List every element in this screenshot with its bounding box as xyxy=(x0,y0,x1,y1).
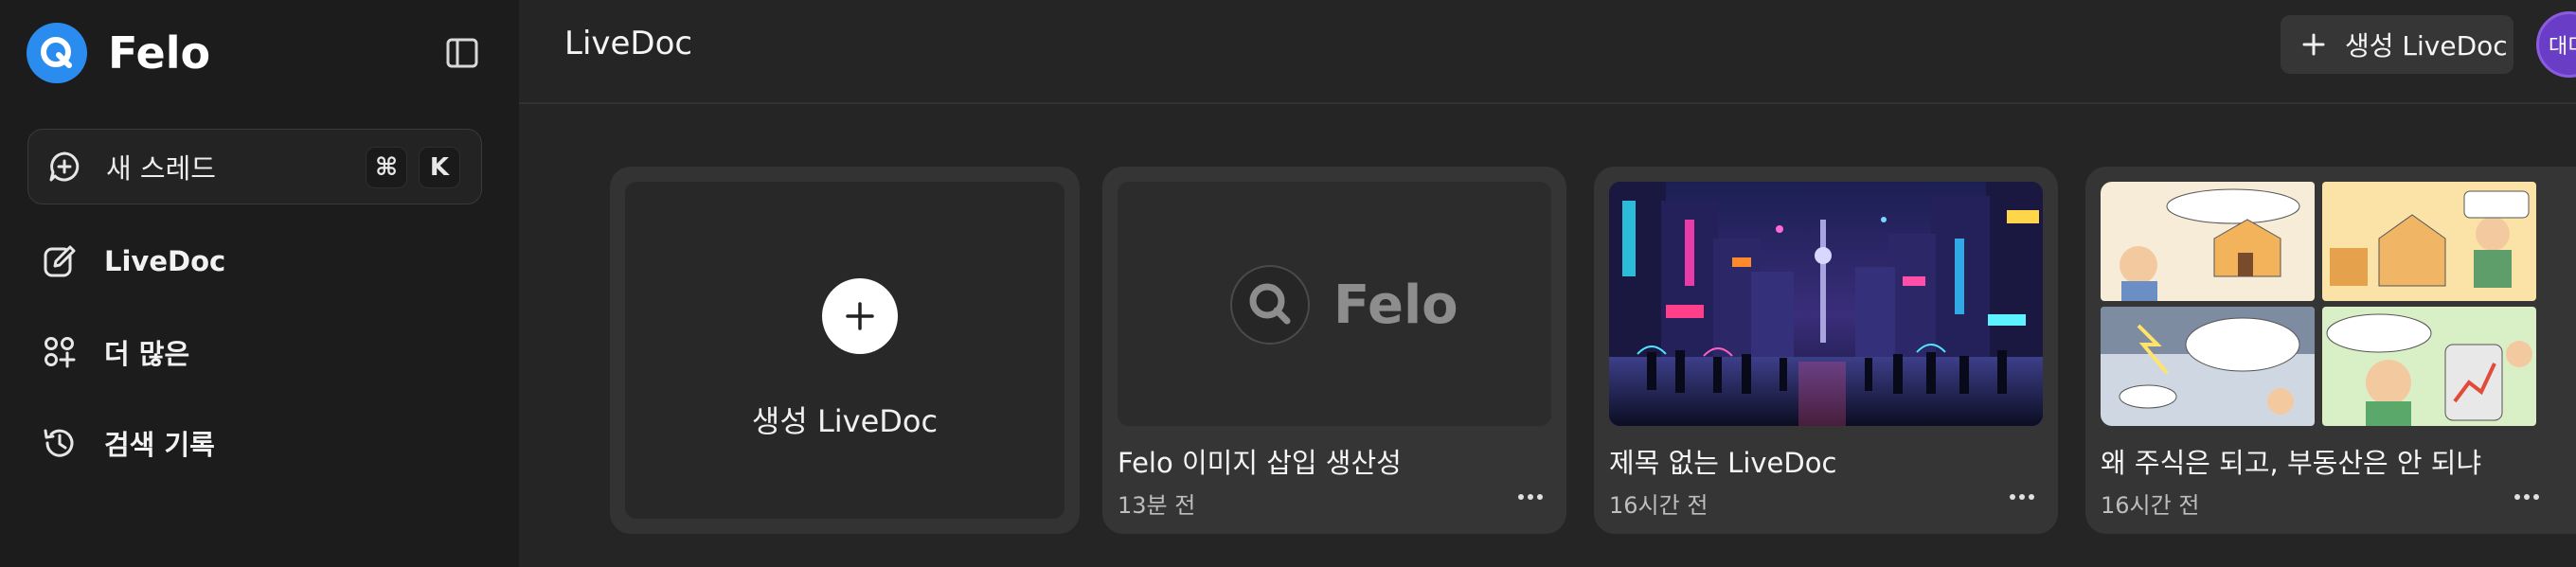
sidebar-item-search-history[interactable]: 검색 기록 xyxy=(38,415,215,471)
history-icon xyxy=(38,421,81,465)
apps-plus-icon xyxy=(38,330,81,374)
sidebar-item-label: 더 많은 xyxy=(104,338,190,370)
felo-thumbnail-text: Felo xyxy=(1333,275,1458,336)
doc-title: Felo 이미지 삽입 생산성 xyxy=(1118,447,1402,479)
doc-card[interactable]: 제목 없는 LiveDoc 16시간 전 xyxy=(1594,167,2058,534)
more-options-button[interactable] xyxy=(2508,483,2546,511)
app-logo[interactable]: Felo xyxy=(27,23,210,83)
new-thread-label: 새 스레드 xyxy=(106,152,216,185)
doc-thumbnail-felo: Felo xyxy=(1118,182,1551,426)
sidebar-panel-icon xyxy=(446,38,478,68)
doc-thumbnail-neon-city xyxy=(1609,182,2043,426)
doc-time: 16시간 전 xyxy=(2101,492,2200,519)
doc-card[interactable]: Felo Felo 이미지 삽입 생산성 13분 전 xyxy=(1102,167,1566,534)
k-key: K xyxy=(419,147,460,188)
new-livedoc-label: 생성 LiveDoc xyxy=(751,403,939,439)
app-name: Felo xyxy=(108,27,211,79)
plus-icon xyxy=(2299,30,2328,59)
doc-card[interactable]: 왜 주식은 되고, 부동산은 안 되냐 16시간 전 xyxy=(2085,167,2576,534)
more-options-button[interactable] xyxy=(1512,483,1549,511)
sidebar-item-more[interactable]: 더 많은 xyxy=(38,324,189,381)
sidebar: Felo 새 스레드 ⌘ K LiveDoc 더 많은 검색 기록 xyxy=(0,0,519,567)
doc-title: 왜 주식은 되고, 부동산은 안 되냐 xyxy=(2101,447,2482,479)
new-livedoc-card-inner: 생성 LiveDoc xyxy=(625,182,1064,519)
command-key: ⌘ xyxy=(366,147,407,188)
doc-thumbnail-comic xyxy=(2101,182,2548,426)
page-title: LiveDoc xyxy=(564,25,693,62)
chat-plus-icon xyxy=(45,148,83,186)
sidebar-item-livedoc[interactable]: LiveDoc xyxy=(38,233,225,290)
top-bar: LiveDoc 생성 LiveDoc 대미 xyxy=(519,0,2576,104)
felo-logo-icon xyxy=(27,23,87,83)
doc-time: 16시간 전 xyxy=(1609,492,1708,519)
create-livedoc-label: 생성 LiveDoc xyxy=(2345,30,2508,62)
new-thread-button[interactable]: 새 스레드 ⌘ K xyxy=(27,129,482,204)
new-livedoc-card[interactable]: 생성 LiveDoc xyxy=(610,167,1080,534)
shortcut-hint: ⌘ K xyxy=(366,147,460,188)
edit-icon xyxy=(38,239,81,283)
doc-time: 13분 전 xyxy=(1118,492,1196,519)
avatar[interactable]: 대미 xyxy=(2536,11,2576,78)
sidebar-item-label: LiveDoc xyxy=(104,245,226,277)
doc-title: 제목 없는 LiveDoc xyxy=(1609,447,1837,479)
sidebar-item-label: 검색 기록 xyxy=(104,429,215,461)
add-circle-icon xyxy=(822,278,898,354)
more-options-button[interactable] xyxy=(2003,483,2041,511)
create-livedoc-button[interactable]: 생성 LiveDoc xyxy=(2281,15,2513,74)
sidebar-toggle-button[interactable] xyxy=(443,34,481,72)
